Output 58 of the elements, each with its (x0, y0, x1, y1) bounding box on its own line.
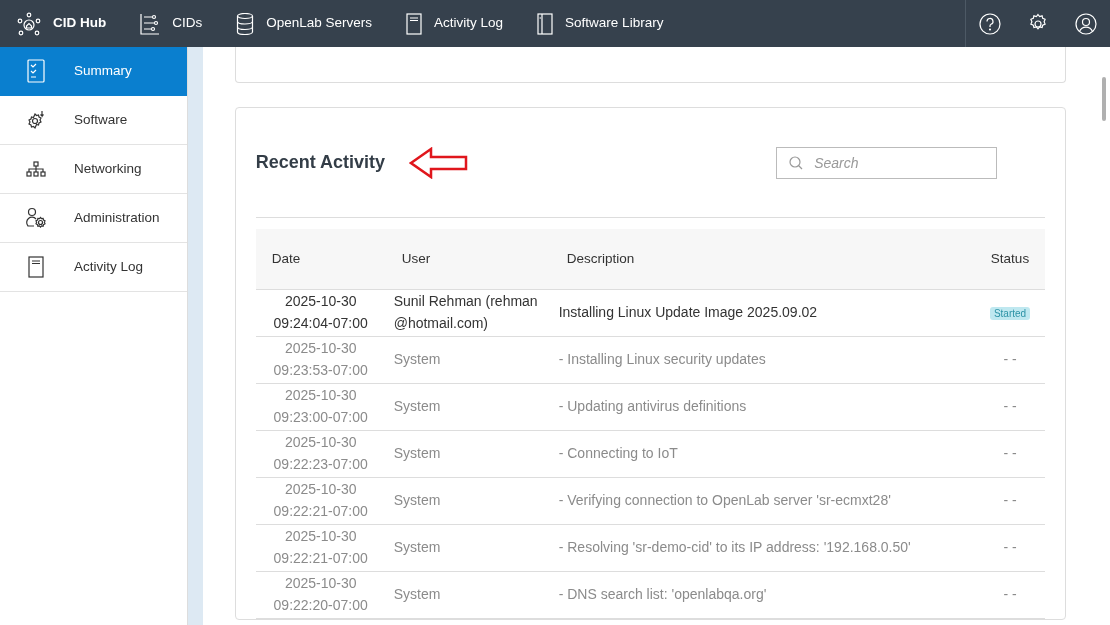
user-cell: Sunil Rehman (rehman@hotmail.com) (385, 289, 551, 336)
brand-link[interactable]: CID Hub (0, 0, 124, 47)
sidebar-item[interactable]: Administration (0, 194, 187, 243)
date-cell: 2025-10-30 09:24:04-07:00 (255, 289, 386, 336)
column-header: Date (255, 229, 386, 289)
date-cell: 2025-10-30 09:22:23-07:00 (255, 430, 386, 477)
description-cell: Installing Linux Update Image 2025.09.02 (550, 289, 975, 336)
section-title: Recent Activity (255, 151, 386, 174)
date-cell: 2025-10-30 09:23:53-07:00 (255, 336, 386, 383)
user-gear-icon (25, 207, 47, 229)
nav-link[interactable]: OpenLab Servers (219, 0, 390, 47)
nav-link[interactable]: CIDs (123, 0, 220, 47)
date-cell: 2025-10-30 09:22:20-07:00 (255, 571, 386, 618)
description-cell: - Installing Linux security updates (550, 336, 975, 383)
user-cell: System (385, 336, 551, 383)
date-cell: 2025-10-30 09:23:00-07:00 (255, 383, 386, 430)
sidebar-item[interactable]: Activity Log (0, 243, 187, 292)
sidebar-item[interactable]: Software (0, 96, 187, 145)
document-icon (28, 256, 44, 278)
user-cell: System (385, 430, 551, 477)
user-cell: System (385, 383, 551, 430)
date-cell: 2025-10-30 09:22:21-07:00 (255, 524, 386, 571)
pointer-arrow-icon (409, 146, 470, 179)
status-text: - - (1003, 538, 1017, 555)
description-cell: - Verifying connection to OpenLab server 'sr-ecmxt28' (550, 477, 975, 524)
nav-link[interactable]: Software Library (520, 0, 681, 47)
gear-download-icon (26, 110, 46, 130)
book-icon (537, 12, 554, 35)
description-cell: - Connecting to IoT (550, 430, 975, 477)
hub-icon (17, 11, 41, 36)
user-cell: System (385, 524, 551, 571)
sidebar-item[interactable]: Summary (0, 47, 187, 96)
status-text: - - (1003, 585, 1017, 602)
date-cell: 2025-10-30 09:22:21-07:00 (255, 477, 386, 524)
help-icon[interactable] (979, 12, 1001, 35)
checklist-icon (27, 59, 45, 83)
scrollbar-thumb[interactable] (1102, 77, 1107, 121)
network-icon (26, 161, 46, 177)
status-tag: Started (989, 306, 1031, 320)
nav-link[interactable]: Activity Log (389, 0, 521, 47)
document-icon (406, 12, 423, 35)
search-field[interactable]: Search (776, 146, 998, 179)
column-header: User (385, 229, 551, 289)
description-cell: - Updating antivirus definitions (550, 383, 975, 430)
description-cell: - DNS search list: 'openlabqa.org' (550, 571, 975, 618)
column-header: Status (974, 229, 1046, 289)
status-text: - - (1003, 444, 1017, 461)
status-text: - - (1003, 491, 1017, 508)
user-icon[interactable] (1075, 12, 1097, 35)
user-cell: System (385, 477, 551, 524)
description-cell: - Resolving 'sr-demo-cid' to its IP address: '192.168.0.50' (550, 524, 975, 571)
user-cell: System (385, 571, 551, 618)
status-text: - - (1003, 397, 1017, 414)
column-header: Description (550, 229, 975, 289)
database-icon (236, 12, 255, 35)
diagram-icon (140, 12, 161, 35)
status-text: - - (1003, 350, 1017, 367)
sidebar-item[interactable]: Networking (0, 145, 187, 194)
